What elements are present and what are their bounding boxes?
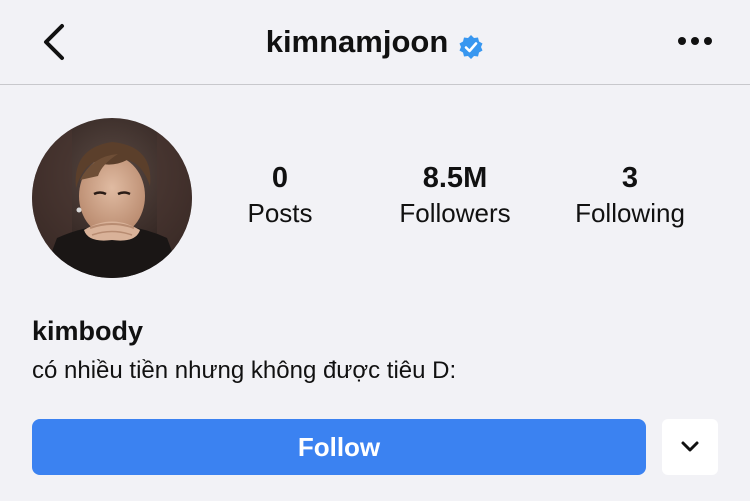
profile-photo [32,118,192,278]
username: kimnamjoon [265,24,449,59]
ellipsis-icon [678,37,712,45]
bio-text: có nhiều tiền nhưng không được tiêu D: [32,357,457,384]
suggested-accounts-dropdown-button[interactable] [662,419,718,475]
followers-count[interactable]: 8.5M Followers [375,160,535,230]
following-count[interactable]: 3 Following [550,160,710,230]
more-options-button[interactable] [676,28,714,54]
posts-value: 0 [271,162,289,194]
follow-button[interactable]: Follow [32,419,646,475]
top-nav-bar: kimnamjoon [0,0,750,85]
following-value: 3 [621,162,639,194]
profile-header-title: kimnamjoon [0,20,750,64]
avatar[interactable] [32,118,192,278]
following-label: Following [575,198,685,228]
verified-badge-icon [458,28,484,59]
followers-value: 8.5M [422,162,488,194]
chevron-down-icon [681,441,699,452]
posts-count[interactable]: 0 Posts [200,160,360,230]
posts-label: Posts [247,198,313,228]
display-name: kimbody [32,316,144,346]
followers-label: Followers [399,198,511,228]
